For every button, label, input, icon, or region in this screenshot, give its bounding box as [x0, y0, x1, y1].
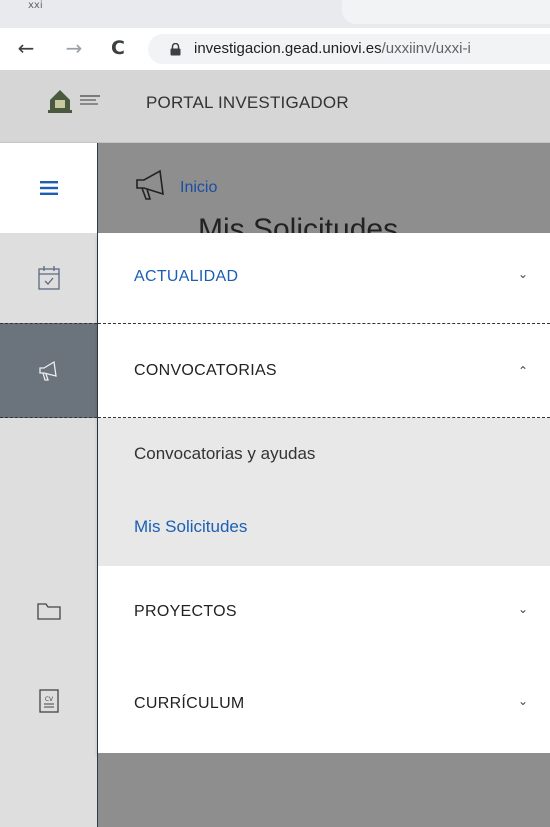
menu-item-label: PROYECTOS	[134, 603, 237, 620]
cv-document-icon: CV	[38, 689, 59, 713]
sidebar-rail: CV	[0, 143, 98, 827]
url-path: /uxxiinv/uxxi-i	[381, 40, 471, 57]
menu-item-convocatorias[interactable]: CONVOCATORIAS ⌃	[98, 323, 550, 418]
menu-item-actualidad[interactable]: ACTUALIDAD ⌄	[98, 233, 550, 323]
menu-item-label: ACTUALIDAD	[134, 268, 239, 285]
browser-tab-strip: xxi	[0, 0, 550, 28]
portal-title: PORTAL INVESTIGADOR	[146, 93, 349, 112]
menu-item-curriculum[interactable]: CURRÍCULUM ⌄	[98, 656, 550, 746]
content-overlay	[98, 753, 550, 827]
sidebar-item-proyectos[interactable]	[0, 566, 97, 656]
megaphone-icon	[136, 169, 164, 200]
university-logo	[48, 90, 100, 113]
menu-item-label: CONVOCATORIAS	[134, 362, 277, 379]
back-button[interactable]: ←	[14, 36, 38, 60]
sidebar-item-convocatorias[interactable]	[0, 323, 97, 418]
main-content: Inicio Mis Solicitudes	[98, 143, 550, 233]
chevron-down-icon: ⌄	[517, 267, 528, 281]
address-bar[interactable]: investigacion.gead.uniovi.es/uxxiinv/uxx…	[148, 34, 550, 64]
sidebar-menu-toggle[interactable]	[0, 143, 97, 233]
lock-icon	[170, 43, 181, 56]
submenu-convocatorias: Convocatorias y ayudas Mis Solicitudes	[98, 418, 550, 566]
page-title: Mis Solicitudes	[198, 215, 399, 233]
hamburger-icon	[39, 181, 58, 195]
browser-tab[interactable]	[342, 0, 550, 24]
navigation-menu: ACTUALIDAD ⌄ CONVOCATORIAS ⌃ Convocatori…	[98, 233, 550, 753]
url-text[interactable]: investigacion.gead.uniovi.es/uxxiinv/uxx…	[194, 40, 471, 57]
chevron-down-icon: ⌄	[517, 694, 528, 708]
sidebar-item-curriculum[interactable]: CV	[0, 656, 97, 746]
menu-item-label: CURRÍCULUM	[134, 695, 245, 712]
app-header: PORTAL INVESTIGADOR	[0, 70, 550, 143]
reload-button[interactable]: C	[106, 36, 130, 60]
submenu-item-convocatorias-y-ayudas[interactable]: Convocatorias y ayudas	[134, 444, 315, 464]
chevron-down-icon: ⌄	[517, 602, 528, 616]
tab-title[interactable]: xxi	[28, 0, 43, 11]
menu-item-proyectos[interactable]: PROYECTOS ⌄	[98, 566, 550, 656]
forward-button[interactable]: →	[62, 36, 86, 60]
folder-icon	[36, 603, 61, 620]
megaphone-icon	[38, 360, 57, 381]
chevron-up-icon: ⌃	[517, 364, 528, 378]
submenu-item-mis-solicitudes[interactable]: Mis Solicitudes	[134, 517, 247, 537]
sidebar-item-actualidad[interactable]	[0, 233, 97, 323]
breadcrumb-home-link[interactable]: Inicio	[180, 179, 217, 197]
url-host: investigacion.gead.uniovi.es	[194, 40, 382, 57]
browser-toolbar: ← → C investigacion.gead.uniovi.es/uxxii…	[0, 28, 550, 70]
calendar-check-icon	[37, 266, 60, 290]
svg-text:CV: CV	[44, 696, 53, 703]
